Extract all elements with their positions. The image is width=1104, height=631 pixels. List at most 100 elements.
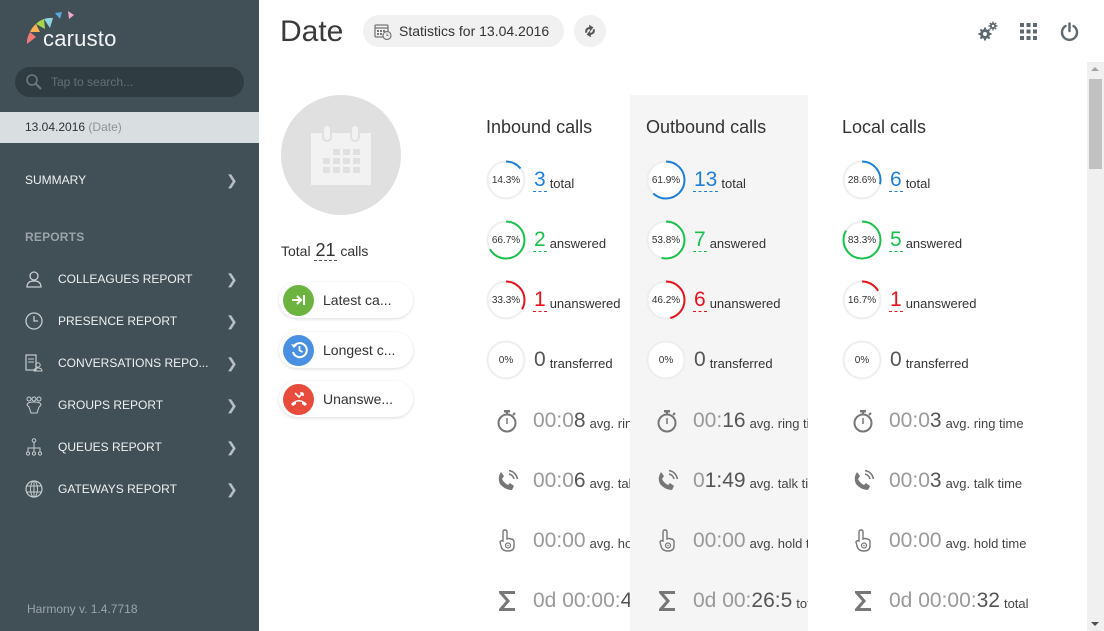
stat-row-total: 28.6% 6 total	[842, 160, 930, 200]
time-label: avg. hold time	[749, 536, 808, 551]
percent-label: 66.7%	[491, 234, 521, 246]
stat-row-total: 61.9% 13 total	[646, 160, 746, 200]
scroll-down-arrow-icon[interactable]	[1091, 622, 1099, 626]
time-stat-row: 00:03 avg. ring time	[842, 409, 1024, 433]
stat-count[interactable]: 7	[693, 228, 707, 252]
refresh-icon	[585, 24, 595, 38]
percent-label: 46.2%	[651, 294, 681, 306]
time-stat-row: 00:08avg. ring time	[486, 409, 630, 433]
stat-row-total: 14.3% 3 total	[486, 160, 574, 200]
stat-count[interactable]: 3	[533, 168, 547, 192]
time-label: avg. hold time	[589, 536, 630, 551]
percent-ring: 0%	[842, 340, 882, 380]
time-value-muted: 00:00	[889, 529, 942, 552]
total-calls-suffix: calls	[340, 243, 369, 259]
time-value-strong: 4	[620, 589, 630, 612]
stat-count[interactable]: 6	[693, 288, 707, 312]
time-value-strong: 8	[573, 409, 586, 432]
time-value-muted: 00:0	[889, 469, 930, 492]
hold-hand-icon	[655, 529, 679, 553]
sidebar-item-summary[interactable]: SUMMARY ❯	[0, 159, 259, 201]
selected-date-type: (Date)	[88, 120, 122, 134]
stat-label: unanswered	[709, 295, 781, 311]
stat-count[interactable]: 1	[533, 288, 547, 312]
percent-ring: 61.9%	[646, 160, 686, 200]
total-calls-count[interactable]: 21	[314, 240, 337, 261]
time-stat-row: 00:03 avg. talk time	[842, 469, 1022, 493]
stat-count[interactable]: 2	[533, 228, 547, 252]
section-label-reports: REPORTS	[25, 230, 85, 244]
apps-grid-button[interactable]	[1017, 20, 1039, 42]
scroll-up-arrow-icon[interactable]	[1091, 67, 1099, 71]
time-stat-row: 0d 00:26:5total	[646, 589, 808, 613]
stat-count[interactable]: 5	[889, 228, 903, 252]
sidebar-item-groups-report[interactable]: GROUPS REPORT ❯	[0, 384, 259, 426]
sidebar-item-queues-report[interactable]: QUEUES REPORT ❯	[0, 426, 259, 468]
time-value-strong: 6	[573, 469, 586, 492]
sigma-icon	[495, 589, 519, 613]
chevron-right-icon: ❯	[226, 312, 238, 329]
search-input[interactable]	[51, 75, 231, 89]
stat-row-transferred: 0% 0 transferred	[646, 340, 773, 380]
app-version: Harmony v. 1.4.7718	[27, 602, 138, 616]
time-label: avg. ring time	[945, 416, 1024, 431]
hold-hand-icon	[495, 529, 519, 553]
percent-label: 16.7%	[847, 294, 877, 306]
outbound-calls-column: Outbound calls 61.9% 13 total 53.8% 7 answered…	[630, 95, 808, 631]
stat-count[interactable]: 13	[693, 168, 719, 192]
time-label: total	[1003, 596, 1029, 611]
power-button[interactable]	[1058, 20, 1080, 42]
percent-ring: 14.3%	[486, 160, 526, 200]
percent-label: 83.3%	[847, 234, 877, 246]
percent-label: 33.3%	[491, 294, 521, 306]
stat-row-unanswered: 16.7% 1 unanswered	[842, 280, 977, 320]
percent-ring: 0%	[486, 340, 526, 380]
queue-icon	[24, 437, 44, 457]
time-value: 00:06	[533, 469, 586, 493]
sidebar-item-gateways-report[interactable]: GATEWAYS REPORT ❯	[0, 468, 259, 510]
time-stat-row: 0d 00:00:4total	[486, 589, 630, 613]
statistics-date-button[interactable]: Statistics for 13.04.2016	[363, 15, 564, 47]
refresh-button[interactable]	[574, 15, 606, 47]
time-value-muted: 00:0	[533, 409, 574, 432]
search-box[interactable]	[15, 67, 244, 97]
local-calls-column: Local calls 28.6% 6 total 83.3% 5 answered 16.7…	[808, 95, 1087, 631]
longest-calls-button[interactable]: Longest c...	[279, 332, 413, 368]
history-icon	[283, 334, 314, 366]
sidebar-item-presence-report[interactable]: PRESENCE REPORT ❯	[0, 300, 259, 342]
stat-label: unanswered	[549, 295, 621, 311]
time-label: avg. ring time	[589, 416, 630, 431]
chevron-right-icon: ❯	[226, 354, 238, 371]
scrollbar-thumb[interactable]	[1089, 79, 1102, 169]
stat-row-unanswered: 33.3% 1 unanswered	[486, 280, 621, 320]
unanswered-calls-button[interactable]: Unanswe...	[279, 381, 413, 417]
phone-talk-icon	[655, 469, 679, 493]
percent-ring: 83.3%	[842, 220, 882, 260]
quick-button-label: Latest ca...	[323, 292, 392, 308]
latest-calls-button[interactable]: Latest ca...	[279, 282, 413, 318]
sidebar-item-conversations-report[interactable]: CONVERSATIONS REPO... ❯	[0, 342, 259, 384]
stat-label: transferred	[905, 355, 969, 371]
stat-count[interactable]: 1	[889, 288, 903, 312]
power-icon	[1060, 21, 1078, 41]
time-value: 00:16	[693, 409, 746, 433]
time-stat-row: 00:00avg. hold time	[486, 529, 630, 553]
percent-label: 0%	[854, 354, 870, 366]
carusto-logo[interactable]: carusto	[24, 10, 134, 52]
stat-label: answered	[905, 235, 963, 251]
inbound-calls-column: Inbound calls 14.3% 3 total 66.7% 2 answered 33…	[470, 95, 630, 631]
sidebar-item-label: COLLEAGUES REPORT	[58, 272, 193, 286]
stat-count[interactable]: 6	[889, 168, 903, 192]
phone-talk-icon	[851, 469, 875, 493]
selected-date-item[interactable]: 13.04.2016 (Date)	[0, 112, 259, 143]
stat-label: answered	[709, 235, 767, 251]
search-icon	[26, 74, 42, 90]
time-stat-row: 01:49avg. talk time	[646, 469, 808, 493]
percent-label: 61.9%	[651, 174, 681, 186]
time-label: avg. hold time	[945, 536, 1027, 551]
chevron-right-icon: ❯	[226, 171, 238, 188]
settings-button[interactable]	[977, 20, 999, 42]
vertical-scrollbar[interactable]	[1087, 62, 1104, 631]
percent-label: 14.3%	[491, 174, 521, 186]
sidebar-item-colleagues-report[interactable]: COLLEAGUES REPORT ❯	[0, 258, 259, 300]
